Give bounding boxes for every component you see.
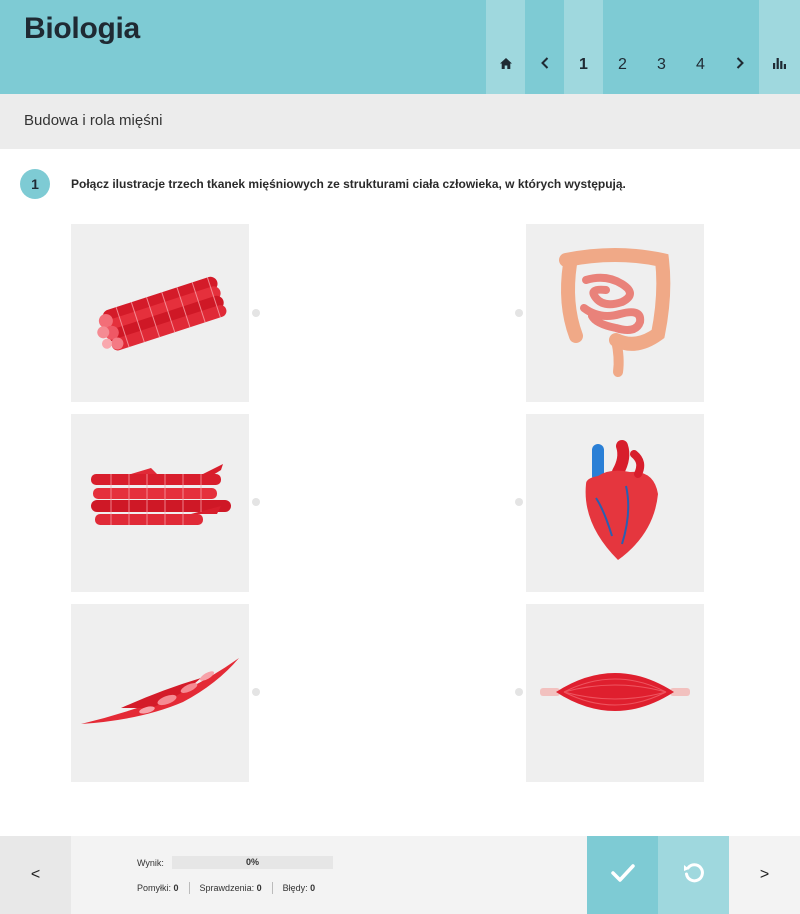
page-3-button[interactable]: 3 <box>642 0 681 94</box>
tile-cardiac-muscle-tissue[interactable] <box>71 414 249 592</box>
task-instruction: Połącz ilustracje trzech tkanek mięśniow… <box>71 177 626 191</box>
tile-smooth-muscle-cells[interactable] <box>71 604 249 782</box>
checkmark-icon <box>610 863 635 887</box>
app-title: Biologia <box>24 12 140 45</box>
score-progress-bar: 0% <box>172 856 333 869</box>
bar-chart-icon <box>773 56 786 74</box>
page-navigation: 1 2 3 4 <box>486 0 800 94</box>
home-button[interactable] <box>486 0 525 94</box>
tile-skeletal-muscle[interactable] <box>526 604 704 782</box>
mistakes-label: Pomyłki: <box>137 883 172 893</box>
chevron-right-icon <box>736 56 744 74</box>
errors-stat: Błędy: 0 <box>271 882 326 894</box>
checks-stat: Sprawdzenia: 0 <box>188 882 272 894</box>
section-title: Budowa i rola mięśni <box>24 112 163 129</box>
connector-dot-left-1[interactable] <box>252 309 260 317</box>
connector-dot-right-2[interactable] <box>515 498 523 506</box>
stats-button[interactable] <box>759 0 800 94</box>
attempt-stats: Pomyłki: 0 Sprawdzenia: 0 Błędy: 0 <box>137 882 325 894</box>
section-bar: Budowa i rola mięśni <box>0 94 800 149</box>
chevron-left-icon <box>540 56 549 74</box>
score-label: Wynik: <box>137 858 164 868</box>
next-page-button[interactable] <box>720 0 759 94</box>
home-icon <box>499 56 512 74</box>
cardiac-muscle-tissue-image <box>91 464 231 525</box>
errors-value: 0 <box>310 883 316 893</box>
check-answer-button[interactable] <box>587 836 658 914</box>
task-number-badge: 1 <box>20 169 50 199</box>
app-header: Biologia 1 2 3 4 <box>0 0 800 94</box>
skeletal-muscle-image <box>540 673 690 711</box>
connector-dot-left-2[interactable] <box>252 498 260 506</box>
connector-dot-right-3[interactable] <box>515 688 523 696</box>
prev-task-button[interactable]: < <box>0 836 71 914</box>
next-task-button[interactable]: > <box>729 836 800 914</box>
page-1-button[interactable]: 1 <box>564 0 603 94</box>
prev-page-button[interactable] <box>525 0 564 94</box>
mistakes-stat: Pomyłki: 0 <box>137 882 189 894</box>
connector-dot-right-1[interactable] <box>515 309 523 317</box>
skeletal-muscle-fibers-image <box>97 276 227 351</box>
page-4-button[interactable]: 4 <box>681 0 720 94</box>
tile-intestines[interactable] <box>526 224 704 402</box>
checks-label: Sprawdzenia: <box>199 883 255 893</box>
page-2-button[interactable]: 2 <box>603 0 642 94</box>
footer-bar: < Wynik: 0% Pomyłki: 0 Sprawdzenia: 0 Bł… <box>0 836 800 914</box>
intestines-image <box>559 248 671 377</box>
tile-skeletal-muscle-fibers[interactable] <box>71 224 249 402</box>
reset-icon <box>682 861 706 890</box>
checks-value: 0 <box>256 883 262 893</box>
errors-label: Błędy: <box>282 883 308 893</box>
smooth-muscle-cells-image <box>81 658 239 724</box>
heart-image <box>585 440 658 560</box>
reset-button[interactable] <box>658 836 729 914</box>
tile-heart[interactable] <box>526 414 704 592</box>
mistakes-value: 0 <box>173 883 179 893</box>
connector-dot-left-3[interactable] <box>252 688 260 696</box>
score-value: 0% <box>245 857 259 867</box>
